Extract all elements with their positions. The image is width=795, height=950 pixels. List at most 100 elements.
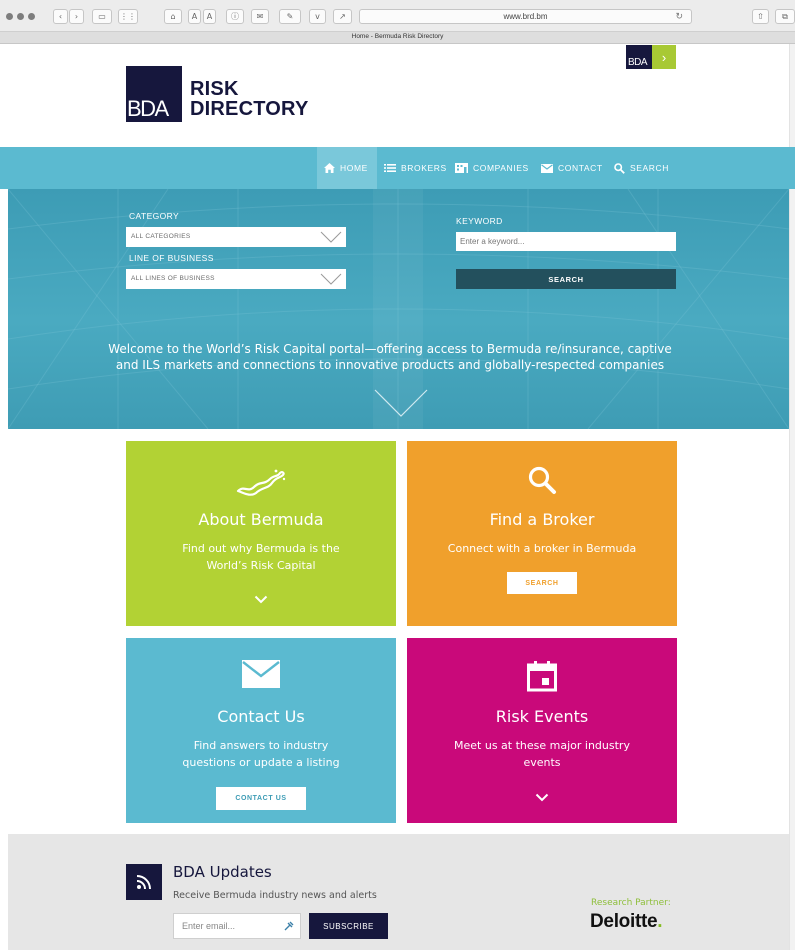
search-icon	[407, 465, 677, 495]
risk-directory-logo[interactable]: RISK DIRECTORY	[190, 79, 308, 119]
list-icon	[384, 164, 396, 172]
lob-label: LINE OF BUSINESS	[129, 253, 214, 263]
research-partner-label: Research Partner:	[591, 898, 671, 908]
tile-desc-line-2: questions or update a listing	[182, 756, 340, 769]
tile-find-a-broker[interactable]: Find a Broker Connect with a broker in B…	[407, 441, 677, 626]
tab-bar: Home - Bermuda Risk Directory	[0, 32, 795, 44]
pin-icon	[284, 921, 294, 931]
envelope-icon	[541, 163, 553, 173]
reload-icon[interactable]: ↻	[675, 11, 683, 22]
browser-toolbar: ‹ › ▭ ⋮⋮ ⌂ A A ⓘ ✉ ✎ v ↗ www.brd.bm ↻ ⇧ …	[0, 0, 795, 32]
address-bar[interactable]: www.brd.bm ↻	[359, 9, 692, 24]
email-field-wrapper	[173, 913, 301, 939]
window-minimize-button[interactable]	[17, 13, 24, 20]
category-value: ALL CATEGORIES	[131, 233, 191, 240]
welcome-text: Welcome to the World’s Risk Capital port…	[80, 341, 700, 373]
font-large-icon: A	[206, 12, 213, 21]
top-sites-button[interactable]: ⋮⋮	[118, 9, 138, 24]
bda-logo-mark[interactable]: BDA	[126, 66, 182, 122]
tile-description: Connect with a broker in Bermuda	[427, 540, 657, 557]
lob-select[interactable]: ALL LINES OF BUSINESS	[126, 269, 346, 289]
partner-dot: .	[657, 911, 663, 932]
chevron-right-icon: ›	[661, 49, 667, 65]
pencil-icon: ✎	[286, 12, 294, 21]
envelope-icon	[126, 660, 396, 688]
font-larger-button[interactable]: A	[203, 9, 216, 24]
tile-title: Contact Us	[217, 707, 305, 726]
email-field[interactable]	[174, 914, 282, 938]
mail-icon: ✉	[256, 12, 264, 21]
rss-icon[interactable]	[126, 864, 162, 900]
badge-text: BDA	[628, 57, 648, 68]
pocket-icon: v	[315, 12, 320, 21]
info-icon: ⓘ	[231, 12, 239, 21]
chevron-down-icon[interactable]	[126, 595, 396, 604]
chevron-right-icon: ›	[74, 12, 79, 21]
nav-item-search[interactable]: SEARCH	[614, 147, 669, 189]
window-zoom-button[interactable]	[28, 13, 35, 20]
keyword-input[interactable]	[456, 232, 676, 251]
nav-item-companies[interactable]: COMPANIES	[455, 147, 529, 189]
share-button[interactable]: ⇧	[752, 9, 769, 24]
logo-mark-text: BDA	[127, 96, 169, 121]
sidebar-icon: ▭	[98, 12, 106, 21]
forward-button[interactable]: ›	[69, 9, 84, 24]
contact-us-button[interactable]: CONTACT US	[216, 787, 306, 810]
sidebar-toggle-button[interactable]: ▭	[92, 9, 112, 24]
nav-item-contact[interactable]: CONTACT	[541, 147, 603, 189]
chevron-down-icon	[320, 273, 342, 285]
nav-label-home: HOME	[340, 163, 368, 173]
tabs-icon: ⧉	[782, 11, 788, 21]
pin-icon: ↗	[339, 12, 346, 21]
tile-description: Find out why Bermuda is the World’s Risk…	[171, 540, 351, 574]
tile-desc-line-1: Meet us at these major industry	[454, 739, 630, 752]
updates-subtitle: Receive Bermuda industry news and alerts	[173, 890, 377, 901]
home-button[interactable]: ⌂	[164, 9, 182, 24]
bda-badge-arrow-button[interactable]: ›	[652, 45, 676, 69]
tab-title[interactable]: Home - Bermuda Risk Directory	[0, 33, 795, 40]
broker-search-button[interactable]: SEARCH	[507, 572, 577, 594]
nav-label-search: SEARCH	[630, 163, 670, 173]
grid-icon: ⋮⋮	[120, 12, 136, 21]
mail-button[interactable]: ✉	[251, 9, 269, 24]
tile-description: Find answers to industry questions or up…	[166, 737, 356, 771]
chevron-down-icon[interactable]	[407, 793, 677, 802]
search-icon	[614, 162, 625, 174]
pin-button[interactable]: ↗	[333, 9, 352, 24]
chevron-left-icon: ‹	[58, 12, 63, 21]
bda-badge[interactable]: BDA	[626, 45, 652, 69]
home-icon: ⌂	[170, 12, 176, 21]
main-nav: HOME BROKERS COMPANIES CONTACT SEARCH	[0, 147, 795, 189]
pocket-button[interactable]: v	[309, 9, 326, 24]
category-label: CATEGORY	[129, 211, 180, 221]
tile-desc-line-2: World’s Risk Capital	[206, 559, 316, 572]
edit-button[interactable]: ✎	[279, 9, 301, 24]
tile-risk-events[interactable]: Risk Events Meet us at these major indus…	[407, 638, 677, 823]
nav-item-home[interactable]: HOME	[317, 147, 377, 189]
tile-title: Find a Broker	[489, 510, 595, 529]
back-button[interactable]: ‹	[53, 9, 68, 24]
tabs-button[interactable]: ⧉	[775, 9, 795, 24]
tile-contact-us[interactable]: Contact Us Find answers to industry ques…	[126, 638, 396, 823]
subscribe-button[interactable]: SUBSCRIBE	[309, 913, 388, 939]
nav-item-brokers[interactable]: BROKERS	[384, 147, 447, 189]
home-icon	[324, 163, 335, 173]
nav-label-contact: CONTACT	[558, 163, 603, 173]
tile-title: Risk Events	[495, 707, 589, 726]
keyword-label: KEYWORD	[456, 216, 503, 226]
info-button[interactable]: ⓘ	[226, 9, 244, 24]
tile-desc-line-1: Find answers to industry	[193, 739, 329, 752]
chevron-down-icon	[320, 231, 342, 243]
share-icon: ⇧	[757, 12, 764, 21]
tile-about-bermuda[interactable]: About Bermuda Find out why Bermuda is th…	[126, 441, 396, 626]
window-close-button[interactable]	[6, 13, 13, 20]
scroll-down-chevron-icon[interactable]	[373, 388, 429, 418]
url-text: www.brd.bm	[503, 12, 548, 21]
nav-label-brokers: BROKERS	[401, 163, 447, 173]
category-select[interactable]: ALL CATEGORIES	[126, 227, 346, 247]
font-smaller-button[interactable]: A	[188, 9, 201, 24]
deloitte-logo[interactable]: Deloitte.	[590, 911, 663, 933]
building-icon	[455, 163, 468, 173]
logo-line-1: RISK	[190, 78, 239, 100]
search-button[interactable]: SEARCH	[456, 269, 676, 289]
